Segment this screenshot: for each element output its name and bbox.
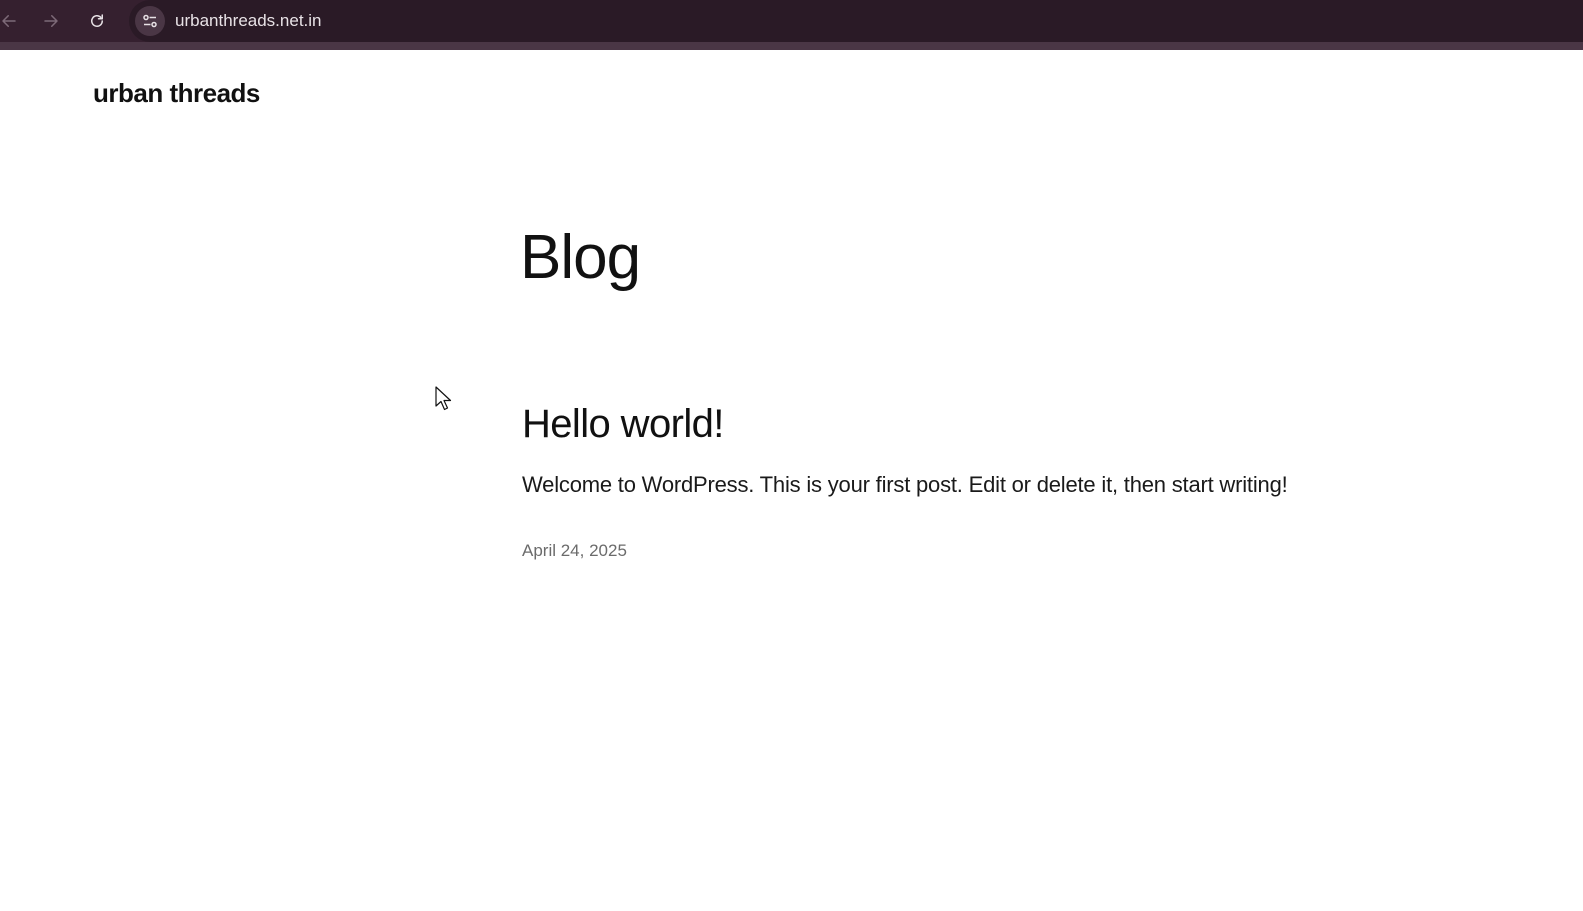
post-title-link[interactable]: Hello world!	[522, 402, 724, 447]
site-info-button[interactable]	[135, 6, 165, 36]
tune-icon	[143, 14, 157, 28]
forward-button[interactable]	[38, 8, 64, 34]
browser-toolbar: urbanthreads.net.in	[0, 0, 1583, 50]
reload-icon	[91, 14, 103, 27]
url-text[interactable]: urbanthreads.net.in	[175, 11, 322, 31]
mouse-cursor-icon	[435, 386, 452, 411]
site-title-link[interactable]: urban threads	[93, 78, 260, 109]
page-title: Blog	[520, 223, 641, 292]
arrow-right-icon	[44, 15, 58, 27]
back-button[interactable]	[0, 8, 22, 34]
post-excerpt: Welcome to WordPress. This is your first…	[522, 472, 1288, 497]
address-bar[interactable]: urbanthreads.net.in	[129, 0, 1583, 42]
post-date: April 24, 2025	[522, 541, 627, 560]
arrow-left-icon	[2, 15, 16, 27]
reload-button[interactable]	[84, 8, 110, 34]
